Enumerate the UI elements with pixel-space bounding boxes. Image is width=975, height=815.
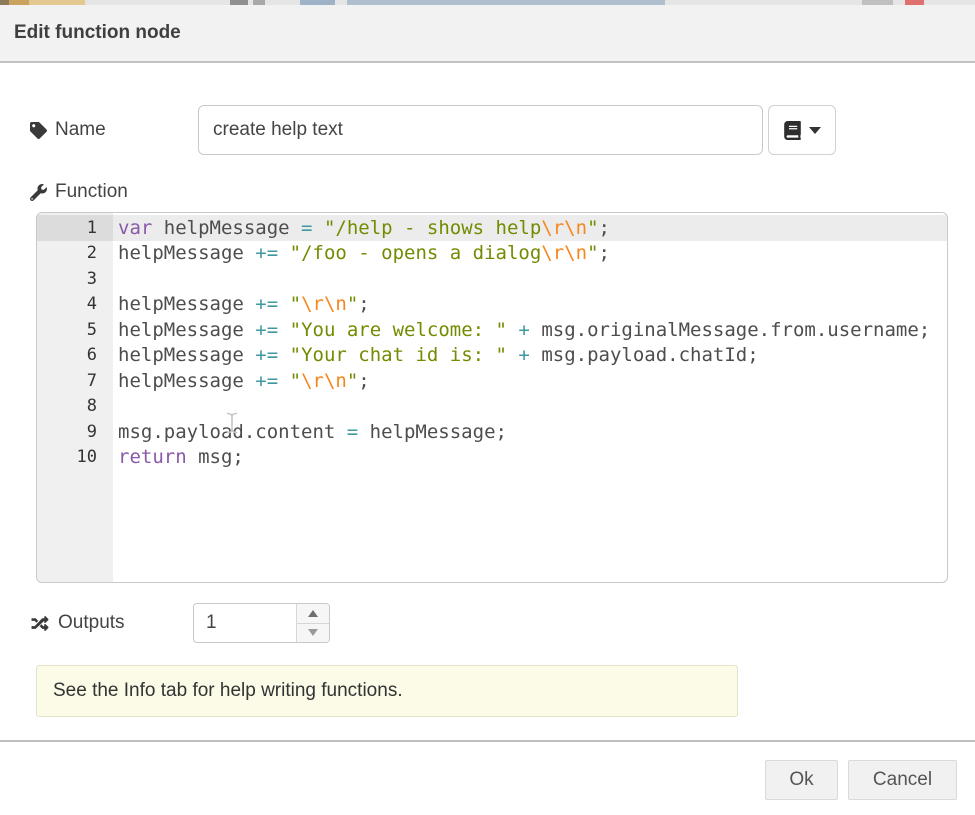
outputs-increment-button[interactable] xyxy=(297,604,329,624)
footer-divider xyxy=(0,740,975,742)
name-label-text: Name xyxy=(55,119,106,141)
code-line[interactable]: 8 xyxy=(37,394,947,420)
code-line[interactable]: 9msg.payload.content = helpMessage; xyxy=(37,419,947,445)
line-number: 1 xyxy=(37,215,113,241)
line-number: 8 xyxy=(37,394,113,420)
code-editor-lines: 1var helpMessage = "/help - shows help\r… xyxy=(37,215,947,470)
line-number: 10 xyxy=(37,445,113,471)
arrow-down-icon xyxy=(308,629,318,636)
code-line-text: var helpMessage = "/help - shows help\r\… xyxy=(113,217,610,239)
book-icon xyxy=(783,121,802,140)
caret-down-icon xyxy=(809,127,821,134)
line-number: 4 xyxy=(37,292,113,318)
outputs-label: Outputs xyxy=(30,603,125,643)
info-tip-box: See the Info tab for help writing functi… xyxy=(36,665,738,717)
outputs-decrement-button[interactable] xyxy=(297,624,329,643)
code-line[interactable]: 10return msg; xyxy=(37,445,947,471)
cancel-button[interactable]: Cancel xyxy=(848,760,957,800)
outputs-spinner xyxy=(193,603,330,643)
library-button[interactable] xyxy=(768,105,836,155)
code-line-text: msg.payload.content = helpMessage; xyxy=(113,421,507,443)
shuffle-icon xyxy=(30,615,50,632)
dialog-title: Edit function node xyxy=(14,22,181,44)
line-number: 3 xyxy=(37,266,113,292)
code-line[interactable]: 4helpMessage += "\r\n"; xyxy=(37,292,947,318)
code-line-text: helpMessage += "Your chat id is: " + msg… xyxy=(113,344,759,366)
name-label: Name xyxy=(30,105,106,155)
arrow-up-icon xyxy=(308,610,318,617)
dialog-header: Edit function node xyxy=(0,5,975,63)
tag-icon xyxy=(30,122,47,139)
code-line[interactable]: 1var helpMessage = "/help - shows help\r… xyxy=(37,215,947,241)
ok-button[interactable]: Ok xyxy=(765,760,838,800)
line-number: 5 xyxy=(37,317,113,343)
code-line[interactable]: 2helpMessage += "/foo - opens a dialog\r… xyxy=(37,241,947,267)
outputs-label-text: Outputs xyxy=(58,612,125,634)
spinner-buttons xyxy=(296,604,329,642)
wrench-icon xyxy=(30,184,47,201)
function-label: Function xyxy=(30,177,128,207)
line-number: 9 xyxy=(37,419,113,445)
code-line[interactable]: 6helpMessage += "Your chat id is: " + ms… xyxy=(37,343,947,369)
code-line-text: helpMessage += "/foo - opens a dialog\r\… xyxy=(113,242,610,264)
code-line[interactable]: 7helpMessage += "\r\n"; xyxy=(37,368,947,394)
code-line[interactable]: 3 xyxy=(37,266,947,292)
line-number: 6 xyxy=(37,343,113,369)
code-line-text: helpMessage += "\r\n"; xyxy=(113,293,370,315)
info-tip-text: See the Info tab for help writing functi… xyxy=(53,680,403,702)
function-code-editor[interactable]: 1var helpMessage = "/help - shows help\r… xyxy=(36,212,948,583)
code-line-text: return msg; xyxy=(113,446,244,468)
code-line-text: helpMessage += "You are welcome: " + msg… xyxy=(113,319,930,341)
outputs-input[interactable] xyxy=(194,604,296,642)
name-input[interactable] xyxy=(198,105,763,155)
line-number: 7 xyxy=(37,368,113,394)
code-line-text: helpMessage += "\r\n"; xyxy=(113,370,370,392)
line-number: 2 xyxy=(37,241,113,267)
function-label-text: Function xyxy=(55,181,128,203)
code-line[interactable]: 5helpMessage += "You are welcome: " + ms… xyxy=(37,317,947,343)
